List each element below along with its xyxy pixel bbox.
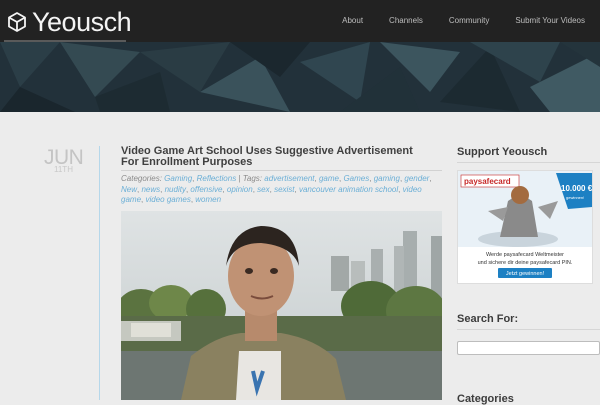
category-link[interactable]: Reflections	[197, 174, 237, 183]
video-frame	[121, 211, 442, 400]
category-link[interactable]: Gaming	[164, 174, 192, 183]
tag-link[interactable]: New	[121, 185, 137, 194]
search-heading: Search For:	[457, 313, 519, 325]
ad-line1: Werde paysafecard Weltmeister	[486, 252, 564, 258]
cube-logo-icon	[8, 12, 26, 32]
title-rule	[121, 170, 442, 171]
tags-label: Tags:	[242, 174, 263, 183]
post-meta: Categories: Gaming, Reflections | Tags: …	[121, 174, 432, 205]
post-title[interactable]: Video Game Art School Uses Suggestive Ad…	[121, 146, 421, 168]
ad-line2: und sichere dir deine paysafecard PIN.	[478, 260, 573, 266]
tag-link[interactable]: video games	[145, 195, 190, 204]
nav-community[interactable]: Community	[449, 0, 489, 42]
ad-graphic: paysafecard 10.000 € gewinnen! Werde pay…	[458, 171, 592, 283]
banner-pattern	[0, 42, 600, 112]
tag-link[interactable]: advertisement	[264, 174, 314, 183]
ad-cta: Jetzt gewinnen!	[506, 271, 545, 277]
tag-link[interactable]: nudity	[165, 185, 186, 194]
logo-text: Yeousch	[32, 6, 132, 37]
tag-link[interactable]: sexist	[274, 185, 294, 194]
categories-heading: Categories	[457, 393, 514, 405]
tag-link[interactable]: news	[141, 185, 160, 194]
paysafecard-ad[interactable]: paysafecard 10.000 € gewinnen! Werde pay…	[457, 170, 593, 284]
tag-link[interactable]: vancouver animation school	[299, 185, 398, 194]
video-player[interactable]	[121, 211, 442, 400]
ad-brand: paysafecard	[464, 177, 511, 186]
tag-link[interactable]: women	[195, 195, 221, 204]
site-logo[interactable]: Yeousch	[6, 6, 132, 38]
ad-prize-sub: gewinnen!	[566, 195, 584, 200]
sidebar-rule	[457, 162, 600, 163]
tag-link[interactable]: game	[319, 174, 339, 183]
nav-submit-your-videos[interactable]: Submit Your Videos	[515, 0, 585, 42]
tag-link[interactable]: gender	[404, 174, 429, 183]
sidebar-rule	[457, 329, 600, 330]
ad-prize-amount: 10.000 €	[561, 184, 592, 193]
nav-about[interactable]: About	[342, 0, 363, 42]
post-divider-line	[99, 146, 100, 400]
tag-link[interactable]: opinion	[227, 185, 253, 194]
meta-separator: |	[238, 174, 241, 183]
nav-channels[interactable]: Channels	[389, 0, 423, 42]
main-nav: About Channels Community Submit Your Vid…	[342, 0, 600, 42]
tag-link[interactable]: gaming	[374, 174, 400, 183]
tag-link[interactable]: sex	[257, 185, 269, 194]
header-banner	[0, 42, 600, 112]
support-heading: Support Yeousch	[457, 146, 548, 158]
search-input[interactable]	[457, 341, 600, 355]
top-bar: Yeousch About Channels Community Submit …	[0, 0, 600, 42]
post-date-day: 11TH	[54, 165, 73, 174]
tag-link[interactable]: Games	[343, 174, 369, 183]
categories-label: Categories:	[121, 174, 162, 183]
tag-link[interactable]: offensive	[190, 185, 222, 194]
